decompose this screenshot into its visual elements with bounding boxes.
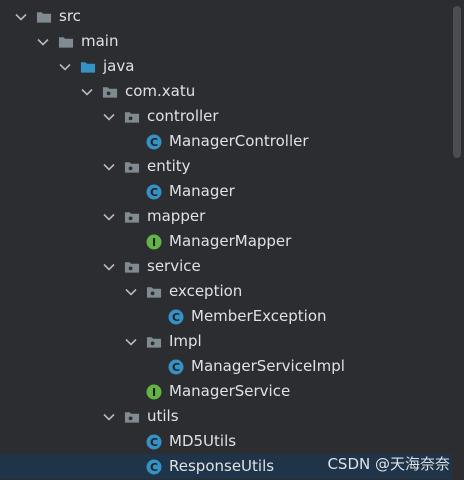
chevron-down-icon[interactable] [102,404,116,429]
tree-node[interactable]: mapper [0,204,452,229]
tree-node[interactable]: main [0,29,452,54]
svg-text:C: C [150,186,158,199]
svg-text:I: I [152,236,156,249]
chevron-down-icon[interactable] [102,104,116,129]
class-icon: C [168,309,184,325]
interface-icon: I [146,384,162,400]
tree-node-label: controller [147,107,219,125]
package-icon [124,209,140,225]
tree-node[interactable]: utils [0,404,452,429]
tree-node[interactable]: C MD5Utils [0,429,452,454]
tree-node-label: utils [147,407,179,425]
tree-node-label: ManagerService [169,382,291,400]
tree-node-label: main [81,32,119,50]
package-icon [146,334,162,350]
package-icon [124,259,140,275]
tree-node[interactable]: entity [0,154,452,179]
project-tree: src main java com.xatu controller C ManagerCon… [0,4,452,479]
tree-node[interactable]: controller [0,104,452,129]
chevron-down-icon[interactable] [102,154,116,179]
tree-node[interactable]: Impl [0,329,452,354]
package-icon [124,109,140,125]
package-icon [102,84,118,100]
chevron-down-icon[interactable] [102,254,116,279]
tree-node-label: mapper [147,207,206,225]
tree-node-label: exception [169,282,243,300]
package-icon [124,409,140,425]
tree-node[interactable]: C MemberException [0,304,452,329]
tree-node-label: ResponseUtils [169,457,275,475]
chevron-down-icon[interactable] [80,79,94,104]
svg-text:C: C [150,461,158,474]
scrollbar-thumb[interactable] [453,6,461,158]
interface-icon: I [146,234,162,250]
chevron-down-icon[interactable] [14,4,28,29]
tree-node-label: java [103,57,135,75]
tree-node-label: src [59,7,81,25]
class-icon: C [146,459,162,475]
svg-text:C: C [172,311,180,324]
tree-node-label: entity [147,157,191,175]
tree-node[interactable]: I ManagerService [0,379,452,404]
tree-node-label: ManagerController [169,132,309,150]
watermark: CSDN @天海奈奈 [327,455,450,473]
tree-node[interactable]: C ManagerController [0,129,452,154]
class-icon: C [146,184,162,200]
svg-text:C: C [150,136,158,149]
tree-node-label: Impl [169,332,202,350]
tree-node-label: MD5Utils [169,432,237,450]
tree-node[interactable]: exception [0,279,452,304]
svg-text:I: I [152,386,156,399]
svg-text:C: C [150,436,158,449]
tree-node[interactable]: I ManagerMapper [0,229,452,254]
class-icon: C [168,359,184,375]
class-icon: C [146,434,162,450]
chevron-down-icon[interactable] [36,29,50,54]
tree-node[interactable]: C Manager [0,179,452,204]
chevron-down-icon[interactable] [124,279,138,304]
tree-node-label: com.xatu [125,82,196,100]
tree-node-label: Manager [169,182,235,200]
tree-node-label: ManagerServiceImpl [191,357,345,375]
svg-text:C: C [172,361,180,374]
package-icon [124,159,140,175]
class-icon: C [146,134,162,150]
chevron-down-icon[interactable] [124,329,138,354]
chevron-down-icon[interactable] [102,204,116,229]
folder-icon [58,34,74,50]
tree-node[interactable]: C ManagerServiceImpl [0,354,452,379]
tree-node[interactable]: java [0,54,452,79]
tree-node[interactable]: service [0,254,452,279]
package-icon [146,284,162,300]
tree-node-label: ManagerMapper [169,232,292,250]
tree-node[interactable]: src [0,4,452,29]
tree-node-label: MemberException [191,307,327,325]
chevron-down-icon[interactable] [58,54,72,79]
tree-node-label: service [147,257,201,275]
folder-icon [36,9,52,25]
tree-node[interactable]: com.xatu [0,79,452,104]
source-folder-icon [80,59,96,75]
